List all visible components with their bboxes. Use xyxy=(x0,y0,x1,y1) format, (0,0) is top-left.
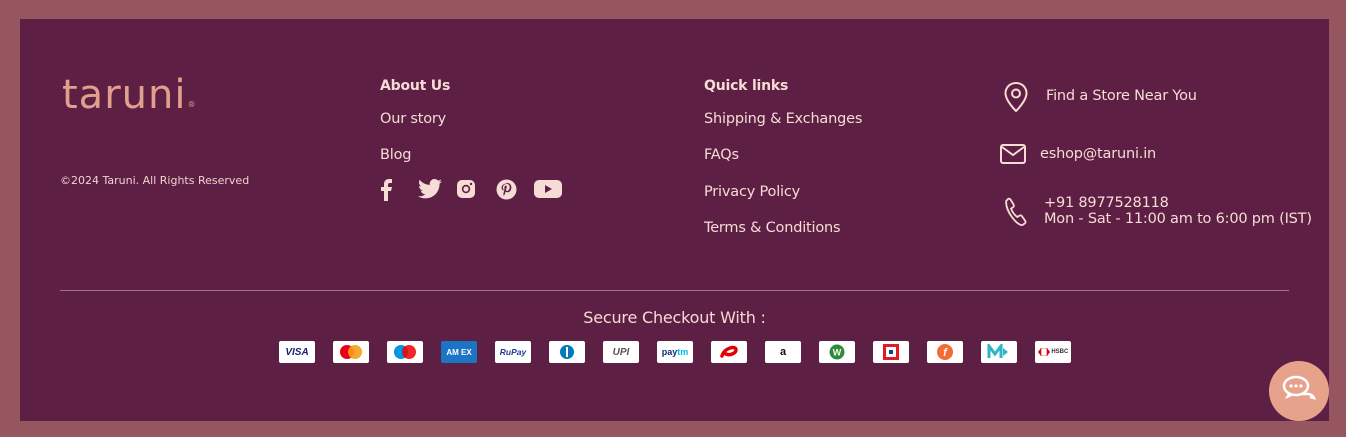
phone-number[interactable]: +91 8977528118 xyxy=(1044,195,1169,211)
chat-widget-button[interactable] xyxy=(1269,361,1329,421)
facebook-icon[interactable] xyxy=(380,179,418,203)
site-footer: taruni® ©2024 Taruni. All Rights Reserve… xyxy=(20,19,1329,421)
link-our-story[interactable]: Our story xyxy=(380,111,446,127)
airtel-icon xyxy=(711,341,747,363)
brand-logo-text: taruni xyxy=(62,72,187,118)
phone-icon xyxy=(1002,197,1028,231)
upi-icon: UPI xyxy=(603,341,639,363)
email-link[interactable]: eshop@taruni.in xyxy=(1040,146,1156,162)
hdfc-icon xyxy=(873,341,909,363)
maestro-icon xyxy=(387,341,423,363)
link-blog[interactable]: Blog xyxy=(380,147,411,163)
link-faqs[interactable]: FAQs xyxy=(704,147,739,163)
support-hours: Mon - Sat - 11:00 am to 6:00 pm (IST) xyxy=(1044,211,1312,227)
hsbc-icon: HSBC xyxy=(1035,341,1071,363)
payment-methods: VISA AM EX RuPay UPI pay tm a W f HSBC xyxy=(279,341,1089,363)
link-terms-conditions[interactable]: Terms & Conditions xyxy=(704,220,841,236)
svg-text:W: W xyxy=(833,348,842,358)
instagram-icon[interactable] xyxy=(456,179,496,203)
brand-logo[interactable]: taruni® xyxy=(62,75,196,115)
paytm-icon: pay tm xyxy=(657,341,693,363)
link-find-store[interactable]: Find a Store Near You xyxy=(1046,88,1197,104)
amex-icon: AM EX xyxy=(441,341,477,363)
freecharge-icon: f xyxy=(927,341,963,363)
footer-divider xyxy=(60,290,1289,291)
quick-links-title: Quick links xyxy=(704,78,789,94)
chat-bubble-icon xyxy=(1282,375,1317,407)
youtube-icon[interactable] xyxy=(534,179,564,203)
mail-icon xyxy=(1000,144,1026,168)
copyright-text: ©2024 Taruni. All Rights Reserved xyxy=(60,174,250,187)
mastercard-icon xyxy=(333,341,369,363)
wallet-w-icon: W xyxy=(819,341,855,363)
pinterest-icon[interactable] xyxy=(496,179,534,203)
location-pin-icon xyxy=(1002,81,1030,117)
mobikwik-icon xyxy=(981,341,1017,363)
secure-checkout-title: Secure Checkout With : xyxy=(583,308,766,327)
link-shipping-exchanges[interactable]: Shipping & Exchanges xyxy=(704,111,862,127)
social-links xyxy=(380,178,564,203)
visa-icon: VISA xyxy=(279,341,315,363)
link-privacy-policy[interactable]: Privacy Policy xyxy=(704,184,800,200)
amazon-icon: a xyxy=(765,341,801,363)
about-title: About Us xyxy=(380,78,451,94)
rupay-icon: RuPay xyxy=(495,341,531,363)
twitter-icon[interactable] xyxy=(418,178,456,203)
diners-icon xyxy=(549,341,585,363)
